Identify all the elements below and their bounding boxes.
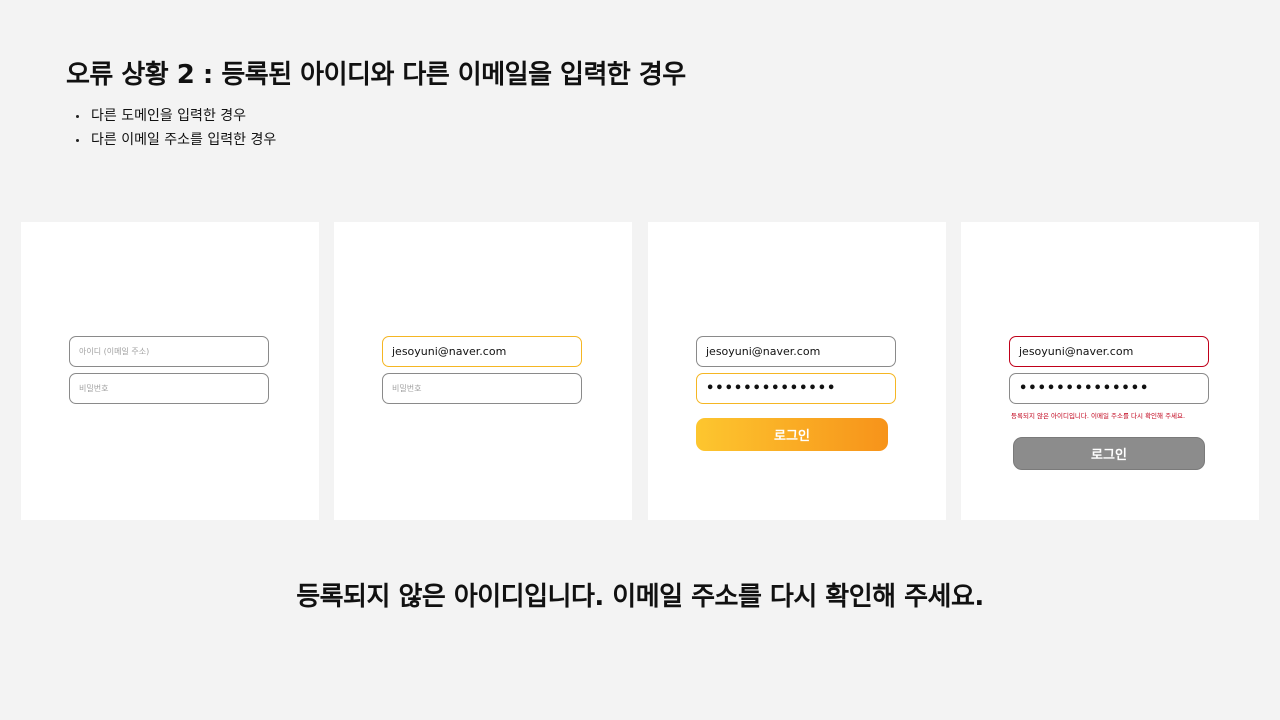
email-field[interactable]: jesoyuni@naver.com [382,336,582,367]
login-panel-password-focused: jesoyuni@naver.com •••••••••••••• 로그인 [648,222,946,520]
password-field[interactable]: •••••••••••••• [1009,373,1209,404]
login-button[interactable]: 로그인 [696,418,888,451]
login-panel-empty: 아이디 (이메일 주소) 비밀번호 [21,222,319,520]
login-panel-error: jesoyuni@naver.com •••••••••••••• 등록되지 않… [961,222,1259,520]
login-panel-email-focused: jesoyuni@naver.com 비밀번호 [334,222,632,520]
password-field[interactable]: 비밀번호 [382,373,582,404]
bullet-dot-icon [76,138,79,142]
bullet-dot-icon [76,114,79,118]
email-field[interactable]: 아이디 (이메일 주소) [69,336,269,367]
bullet-list: 다른 도메인을 입력한 경우 다른 이메일 주소를 입력한 경우 [76,104,276,152]
bullet-item: 다른 도메인을 입력한 경우 [76,104,276,128]
error-message-callout: 등록되지 않은 아이디입니다. 이메일 주소를 다시 확인해 주세요. [296,582,984,612]
bullet-text: 다른 이메일 주소를 입력한 경우 [91,132,277,148]
bullet-text: 다른 도메인을 입력한 경우 [91,108,247,124]
email-field[interactable]: jesoyuni@naver.com [1009,336,1209,367]
password-field[interactable]: •••••••••••••• [696,373,896,404]
bullet-item: 다른 이메일 주소를 입력한 경우 [76,128,276,152]
page-title: 오류 상황 2 : 등록된 아이디와 다른 이메일을 입력한 경우 [66,60,686,90]
login-button-disabled: 로그인 [1013,437,1205,470]
email-field[interactable]: jesoyuni@naver.com [696,336,896,367]
password-field[interactable]: 비밀번호 [69,373,269,404]
error-text: 등록되지 않은 아이디입니다. 이메일 주소를 다시 확인해 주세요. [1011,412,1186,420]
